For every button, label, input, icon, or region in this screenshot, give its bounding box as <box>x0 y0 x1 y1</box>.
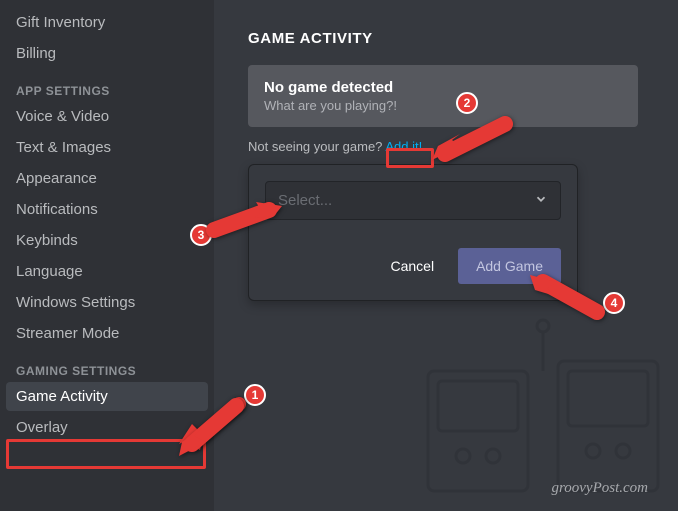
add-game-button[interactable]: Add Game <box>458 248 561 284</box>
add-game-panel: Select... Cancel Add Game <box>248 164 578 301</box>
game-select-dropdown[interactable]: Select... <box>265 181 561 220</box>
no-game-detected-box: No game detected What are you playing?! <box>248 65 638 127</box>
sidebar-header-app: APP SETTINGS <box>6 70 208 102</box>
detect-title: No game detected <box>264 79 622 96</box>
detect-subtitle: What are you playing?! <box>264 98 622 113</box>
sidebar-item-text-images[interactable]: Text & Images <box>6 133 208 162</box>
sidebar-item-keybinds[interactable]: Keybinds <box>6 226 208 255</box>
sidebar-item-windows-settings[interactable]: Windows Settings <box>6 288 208 317</box>
sidebar-item-language[interactable]: Language <box>6 257 208 286</box>
main-content: GAME ACTIVITY No game detected What are … <box>214 0 678 511</box>
settings-sidebar: Gift Inventory Billing APP SETTINGS Voic… <box>0 0 214 511</box>
sidebar-item-game-activity[interactable]: Game Activity <box>6 382 208 411</box>
sidebar-header-gaming: GAMING SETTINGS <box>6 350 208 382</box>
add-it-link[interactable]: Add it! <box>385 139 422 154</box>
watermark: groovyPost.com <box>551 480 648 497</box>
sidebar-item-voice-video[interactable]: Voice & Video <box>6 102 208 131</box>
sidebar-item-appearance[interactable]: Appearance <box>6 164 208 193</box>
not-seeing-text: Not seeing your game? Add it! <box>248 139 658 154</box>
button-row: Cancel Add Game <box>265 248 561 284</box>
sidebar-item-streamer-mode[interactable]: Streamer Mode <box>6 319 208 348</box>
page-title: GAME ACTIVITY <box>248 30 658 47</box>
chevron-down-icon <box>534 192 548 209</box>
sidebar-item-billing[interactable]: Billing <box>6 39 208 68</box>
sidebar-item-gift-inventory[interactable]: Gift Inventory <box>6 8 208 37</box>
sidebar-item-overlay[interactable]: Overlay <box>6 413 208 442</box>
cancel-button[interactable]: Cancel <box>376 248 448 284</box>
select-placeholder: Select... <box>278 192 332 209</box>
sidebar-item-notifications[interactable]: Notifications <box>6 195 208 224</box>
